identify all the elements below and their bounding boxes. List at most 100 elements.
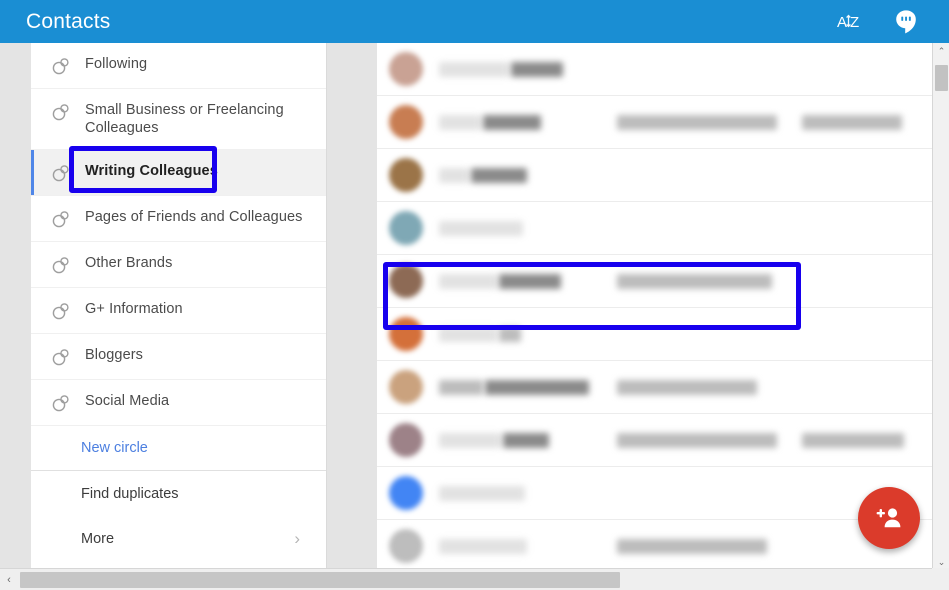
contact-name xyxy=(439,273,617,289)
circles-icon xyxy=(52,211,69,228)
svg-text:Z: Z xyxy=(850,14,859,31)
redacted-text xyxy=(439,167,469,183)
redacted-text xyxy=(439,432,501,448)
sidebar-item-label: Following xyxy=(85,56,148,72)
contact-row[interactable] xyxy=(377,96,932,149)
contact-row[interactable] xyxy=(377,43,932,96)
contact-name xyxy=(439,485,617,501)
circles-icon xyxy=(52,395,69,412)
contact-phone xyxy=(802,114,922,130)
sidebar-item-other-brands[interactable]: Other Brands xyxy=(31,242,326,288)
horizontal-scrollbar[interactable]: ‹ › xyxy=(0,568,949,590)
contact-name xyxy=(439,326,617,342)
sidebar-item-social-media[interactable]: Social Media xyxy=(31,380,326,426)
hangouts-button[interactable] xyxy=(885,1,927,43)
contact-email xyxy=(617,432,802,448)
new-circle-button[interactable]: New circle xyxy=(31,426,326,471)
contact-row-highlighted[interactable] xyxy=(377,255,932,308)
add-contact-fab[interactable] xyxy=(858,487,920,549)
avatar xyxy=(389,158,423,192)
contact-phone xyxy=(802,432,922,448)
redacted-text xyxy=(617,432,777,448)
sidebar-item-label: Pages of Friends and Colleagues xyxy=(85,209,303,225)
contact-row[interactable] xyxy=(377,202,932,255)
find-duplicates-button[interactable]: Find duplicates xyxy=(31,471,326,516)
scroll-up-button[interactable]: ⌃ xyxy=(933,43,949,60)
contact-row[interactable] xyxy=(377,414,932,467)
contact-name xyxy=(439,379,617,395)
sidebar-item-label: G+ Information xyxy=(85,301,183,317)
redacted-text xyxy=(471,167,527,183)
svg-text:A: A xyxy=(837,14,847,31)
sidebar-item-bloggers[interactable]: Bloggers xyxy=(31,334,326,380)
circles-icon xyxy=(52,349,69,366)
contact-name xyxy=(439,432,617,448)
sidebar-item-small-business-or-freelancing-colleagues[interactable]: Small Business or Freelancing Colleagues xyxy=(31,89,326,150)
avatar xyxy=(389,264,423,298)
redacted-text xyxy=(499,326,521,342)
add-person-icon xyxy=(876,508,901,528)
redacted-text xyxy=(439,273,497,289)
sidebar-item-writing-colleagues[interactable]: Writing Colleagues xyxy=(31,150,326,196)
avatar xyxy=(389,423,423,457)
sidebar-item-label: Small Business or Freelancing Colleagues xyxy=(85,102,284,136)
contact-list xyxy=(377,43,932,571)
redacted-text xyxy=(617,379,757,395)
pane-gap xyxy=(327,43,377,571)
contact-row[interactable] xyxy=(377,361,932,414)
horizontal-scrollbar-thumb[interactable] xyxy=(20,571,620,588)
sort-alpha-button[interactable]: A Z xyxy=(829,1,871,43)
more-button[interactable]: More › xyxy=(31,516,326,561)
redacted-text xyxy=(617,114,777,130)
sidebar-item-label: Writing Colleagues xyxy=(85,163,218,179)
redacted-text xyxy=(617,273,772,289)
circles-icon xyxy=(52,58,69,75)
chevron-right-icon: › xyxy=(294,529,300,548)
contacts-app-window: Contacts A Z Following Small Business or… xyxy=(0,0,949,590)
contact-name xyxy=(439,61,617,77)
contact-row[interactable] xyxy=(377,308,932,361)
redacted-text xyxy=(617,538,767,554)
contact-row[interactable] xyxy=(377,520,932,571)
scroll-left-button[interactable]: ‹ xyxy=(0,569,18,590)
contact-name xyxy=(439,114,617,130)
page-title: Contacts xyxy=(26,9,111,33)
avatar xyxy=(389,317,423,351)
horizontal-scrollbar-track[interactable] xyxy=(18,569,931,590)
sort-alpha-icon: A Z xyxy=(837,14,859,31)
contact-email xyxy=(617,379,802,395)
redacted-text xyxy=(802,432,904,448)
redacted-text xyxy=(439,379,483,395)
vertical-scrollbar[interactable]: ⌃ ⌄ xyxy=(932,43,949,571)
sidebar-item-g-plus-information[interactable]: G+ Information xyxy=(31,288,326,334)
sidebar-item-label: Bloggers xyxy=(85,347,144,363)
more-label: More xyxy=(81,530,115,547)
vertical-scrollbar-thumb[interactable] xyxy=(935,65,948,91)
contact-email xyxy=(617,538,802,554)
avatar xyxy=(389,370,423,404)
contact-row[interactable] xyxy=(377,467,932,520)
contact-name xyxy=(439,538,617,554)
circles-icon xyxy=(52,303,69,320)
contact-email xyxy=(617,273,802,289)
app-header: Contacts A Z xyxy=(0,0,949,43)
avatar xyxy=(389,211,423,245)
redacted-text xyxy=(439,220,523,236)
redacted-text xyxy=(802,114,902,130)
contact-name xyxy=(439,167,617,183)
redacted-text xyxy=(439,538,527,554)
sidebar-item-following[interactable]: Following xyxy=(31,43,326,89)
contact-name xyxy=(439,220,617,236)
contact-row[interactable] xyxy=(377,149,932,202)
redacted-text xyxy=(439,485,525,501)
sidebar-item-pages-of-friends-and-colleagues[interactable]: Pages of Friends and Colleagues xyxy=(31,196,326,242)
avatar xyxy=(389,529,423,563)
redacted-text xyxy=(503,432,549,448)
circles-icon xyxy=(52,257,69,274)
scrollbar-corner xyxy=(932,568,949,590)
redacted-text xyxy=(499,273,561,289)
circles-icon xyxy=(52,165,69,182)
avatar xyxy=(389,52,423,86)
sidebar-item-label: Social Media xyxy=(85,393,170,409)
hangouts-icon xyxy=(896,9,916,33)
